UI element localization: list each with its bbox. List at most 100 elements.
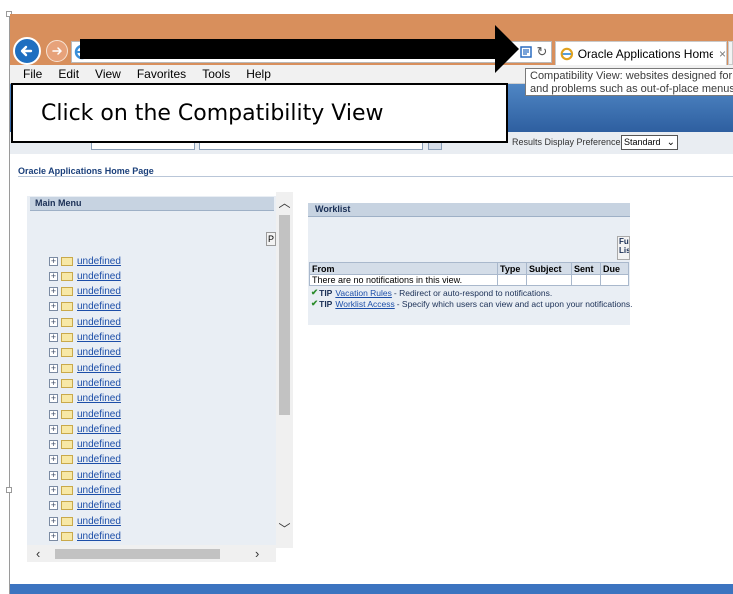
menu-tree-item[interactable]: + undefined xyxy=(49,468,121,482)
expand-icon[interactable]: + xyxy=(49,363,58,373)
expand-icon[interactable]: + xyxy=(49,440,58,450)
menu-tree-link[interactable]: undefined xyxy=(77,301,121,312)
menu-tree-item[interactable]: + undefined xyxy=(49,407,121,421)
expand-icon[interactable]: + xyxy=(49,348,58,358)
menu-tree-link[interactable]: undefined xyxy=(77,256,121,267)
forward-button[interactable] xyxy=(46,40,68,62)
menu-tree-link[interactable]: undefined xyxy=(77,439,121,450)
menu-tree-link[interactable]: undefined xyxy=(77,393,121,404)
menu-tree-item[interactable]: + undefined xyxy=(49,453,121,467)
menu-tree-item[interactable]: + undefined xyxy=(49,285,121,299)
compatibility-view-icon[interactable] xyxy=(518,44,534,60)
column-header[interactable]: Sent xyxy=(571,262,601,275)
folder-icon xyxy=(61,394,73,404)
annotation-arrow xyxy=(80,39,497,59)
menu-tree-link[interactable]: undefined xyxy=(77,516,121,527)
menu-tree-item[interactable]: + undefined xyxy=(49,346,121,360)
menu-file[interactable]: File xyxy=(15,67,50,81)
menu-tree-link[interactable]: undefined xyxy=(77,271,121,282)
menu-tree-link[interactable]: undefined xyxy=(77,454,121,465)
expand-icon[interactable]: + xyxy=(49,516,58,526)
menu-tree-item[interactable]: + undefined xyxy=(49,300,121,314)
menu-tree-link[interactable]: undefined xyxy=(77,332,121,343)
menu-edit[interactable]: Edit xyxy=(50,67,87,81)
expand-icon[interactable]: + xyxy=(49,470,58,480)
full-list-button[interactable]: Full List xyxy=(617,236,630,260)
expand-icon[interactable]: + xyxy=(49,501,58,511)
expand-icon[interactable]: + xyxy=(49,531,58,541)
ie-logo-icon xyxy=(560,47,574,60)
menu-tree-item[interactable]: + undefined xyxy=(49,392,121,406)
tip-description: - Specify which users can view and act u… xyxy=(396,298,633,309)
instruction-callout: Click on the Compatibility View xyxy=(11,83,508,143)
menu-tree-item[interactable]: + undefined xyxy=(49,376,121,390)
back-button[interactable] xyxy=(13,37,41,65)
expand-icon[interactable]: + xyxy=(49,271,58,281)
menu-view[interactable]: View xyxy=(87,67,129,81)
close-tab-icon[interactable]: × xyxy=(719,47,726,61)
expand-icon[interactable]: + xyxy=(49,317,58,327)
menu-tree-link[interactable]: undefined xyxy=(77,409,121,420)
breadcrumb[interactable]: Oracle Applications Home Page xyxy=(18,166,154,176)
folder-icon xyxy=(61,424,73,434)
expand-icon[interactable]: + xyxy=(49,455,58,465)
scroll-left-icon[interactable]: ‹ xyxy=(36,546,40,561)
scroll-down-icon[interactable]: ﹀ xyxy=(276,520,293,538)
menu-tree-link[interactable]: undefined xyxy=(77,500,121,511)
menu-tools[interactable]: Tools xyxy=(194,67,238,81)
refresh-icon[interactable]: ↻ xyxy=(534,44,550,60)
display-preference-label: Results Display Preference xyxy=(512,137,621,147)
expand-icon[interactable]: + xyxy=(49,287,58,297)
tab-oracle-home[interactable]: Oracle Applications Home ... × xyxy=(555,41,727,65)
expand-icon[interactable]: + xyxy=(49,424,58,434)
menu-tree-link[interactable]: undefined xyxy=(77,363,121,374)
folder-icon xyxy=(61,271,73,281)
menu-tree-item[interactable]: + undefined xyxy=(49,269,121,283)
menu-tree-link[interactable]: undefined xyxy=(77,485,121,496)
expand-icon[interactable]: + xyxy=(49,256,58,266)
display-preference-select[interactable]: Standard ⌄ xyxy=(621,135,678,150)
column-header[interactable]: Due xyxy=(600,262,629,275)
menu-tree-item[interactable]: + undefined xyxy=(49,529,121,543)
tooltip-line: Compatibility View: websites designed fo… xyxy=(530,70,733,82)
scroll-thumb[interactable] xyxy=(55,549,220,559)
menu-help[interactable]: Help xyxy=(238,67,279,81)
menu-tree-link[interactable]: undefined xyxy=(77,347,121,358)
checkmark-icon: ✔ xyxy=(311,298,319,308)
menu-tree-item[interactable]: + undefined xyxy=(49,514,121,528)
expand-icon[interactable]: + xyxy=(49,378,58,388)
vacation-rules-link[interactable]: Vacation Rules xyxy=(335,288,392,298)
worklist-access-link[interactable]: Worklist Access xyxy=(335,299,394,309)
menu-tree-item[interactable]: + undefined xyxy=(49,315,121,329)
menu-tree-link[interactable]: undefined xyxy=(77,378,121,389)
scroll-right-icon[interactable]: › xyxy=(255,546,259,561)
menu-tree-item[interactable]: + undefined xyxy=(49,499,121,513)
expand-icon[interactable]: + xyxy=(49,486,58,495)
expand-icon[interactable]: + xyxy=(49,302,58,312)
display-preference-value: Standard xyxy=(624,137,661,147)
menu-tree-link[interactable]: undefined xyxy=(77,470,121,481)
expand-icon[interactable]: + xyxy=(49,333,58,342)
menu-tree-item[interactable]: + undefined xyxy=(49,484,121,498)
menu-tree-item[interactable]: + undefined xyxy=(49,331,121,345)
personalize-button[interactable]: P xyxy=(266,232,276,246)
menu-tree-link[interactable]: undefined xyxy=(77,424,121,435)
menu-tree-link[interactable]: undefined xyxy=(77,286,121,297)
menu-tree-item[interactable]: + undefined xyxy=(49,422,121,436)
new-tab-button[interactable] xyxy=(728,41,733,65)
main-menu-title: Main Menu xyxy=(30,197,274,211)
folder-icon xyxy=(61,256,73,266)
menu-tree-item[interactable]: + undefined xyxy=(49,361,121,375)
column-header[interactable]: From xyxy=(309,262,498,275)
expand-icon[interactable]: + xyxy=(49,394,58,404)
menu-tree-link[interactable]: undefined xyxy=(77,531,121,542)
menu-tree-item[interactable]: + undefined xyxy=(49,254,121,268)
column-header[interactable]: Subject xyxy=(526,262,572,275)
column-header[interactable]: Type xyxy=(497,262,527,275)
scroll-thumb[interactable] xyxy=(279,215,290,415)
menu-favorites[interactable]: Favorites xyxy=(129,67,194,81)
expand-icon[interactable]: + xyxy=(49,409,58,419)
scroll-up-icon[interactable]: ︿ xyxy=(276,194,293,212)
menu-tree-item[interactable]: + undefined xyxy=(49,438,121,452)
menu-tree-link[interactable]: undefined xyxy=(77,317,121,328)
